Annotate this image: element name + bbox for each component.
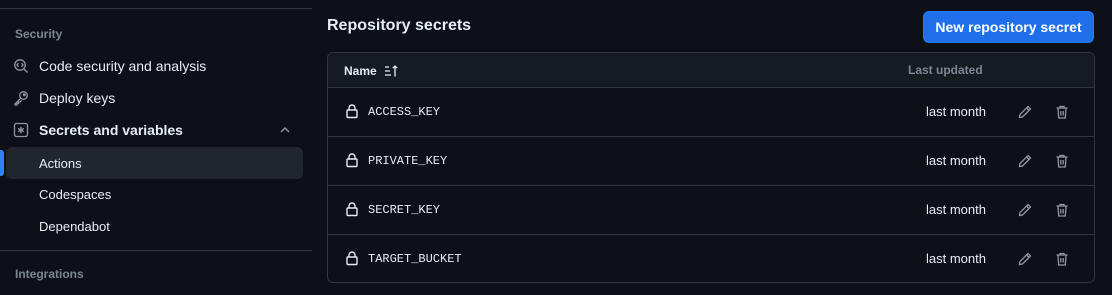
- column-header-name[interactable]: Name: [344, 63, 399, 79]
- edit-secret-button[interactable]: [1013, 248, 1037, 270]
- sidebar-divider: [0, 250, 312, 251]
- sort-ascending-icon[interactable]: [383, 63, 399, 79]
- sidebar-item-secrets-and-variables[interactable]: Secrets and variables: [6, 116, 303, 144]
- pencil-icon: [1018, 105, 1032, 119]
- trash-icon: [1056, 252, 1068, 266]
- column-header-label: Name: [344, 64, 377, 78]
- edit-secret-button[interactable]: [1013, 199, 1037, 221]
- edit-secret-button[interactable]: [1013, 150, 1037, 172]
- secret-name: ACCESS_KEY: [368, 105, 441, 119]
- pencil-icon: [1018, 252, 1032, 266]
- sidebar-item-label: Deploy keys: [39, 90, 116, 106]
- key-icon: [13, 90, 29, 106]
- sidebar-subitem-actions[interactable]: Actions: [6, 147, 303, 179]
- sidebar-subitem-label: Dependabot: [39, 218, 110, 234]
- last-updated-text: last month: [926, 104, 986, 119]
- delete-secret-button[interactable]: [1050, 248, 1074, 270]
- trash-icon: [1056, 105, 1068, 119]
- secret-asterisk-icon: [13, 122, 29, 138]
- lock-icon: [344, 201, 360, 217]
- chevron-up-icon[interactable]: [277, 122, 293, 138]
- table-header: Name Last updated: [328, 53, 1094, 88]
- settings-page: Security Code security and analysis Depl…: [0, 0, 1112, 295]
- table-row: SECRET_KEY last month: [328, 186, 1094, 235]
- table-row: PRIVATE_KEY last month: [328, 137, 1094, 186]
- lock-icon: [344, 152, 360, 168]
- settings-sidebar: Security Code security and analysis Depl…: [0, 0, 312, 295]
- active-indicator: [0, 150, 4, 176]
- last-updated-text: last month: [926, 202, 986, 217]
- codescan-icon: [13, 58, 29, 74]
- sidebar-item-label: Code security and analysis: [39, 58, 207, 74]
- column-header-last-updated: Last updated: [908, 63, 983, 77]
- secrets-table: Name Last updated ACCESS_KEY last month: [327, 52, 1095, 283]
- delete-secret-button[interactable]: [1050, 101, 1074, 123]
- last-updated-text: last month: [926, 251, 986, 266]
- table-row: ACCESS_KEY last month: [328, 88, 1094, 137]
- delete-secret-button[interactable]: [1050, 150, 1074, 172]
- sidebar-subitem-label: Codespaces: [39, 186, 112, 202]
- secret-name: TARGET_BUCKET: [368, 252, 462, 266]
- last-updated-text: last month: [926, 153, 986, 168]
- sidebar-subitem-codespaces[interactable]: Codespaces: [6, 178, 303, 210]
- new-repository-secret-button[interactable]: New repository secret: [923, 11, 1094, 43]
- trash-icon: [1056, 203, 1068, 217]
- sidebar-item-deploy-keys[interactable]: Deploy keys: [6, 84, 303, 112]
- secret-name: PRIVATE_KEY: [368, 154, 448, 168]
- pencil-icon: [1018, 154, 1032, 168]
- edit-secret-button[interactable]: [1013, 101, 1037, 123]
- sidebar-divider: [0, 8, 312, 9]
- table-row: TARGET_BUCKET last month: [328, 235, 1094, 282]
- sidebar-item-label: Secrets and variables: [39, 122, 183, 138]
- sidebar-item-code-security[interactable]: Code security and analysis: [6, 52, 303, 80]
- section-heading-security: Security: [15, 27, 63, 41]
- page-title: Repository secrets: [327, 17, 472, 34]
- lock-icon: [344, 250, 360, 266]
- sidebar-subitem-label: Actions: [39, 155, 82, 171]
- sidebar-subitem-dependabot[interactable]: Dependabot: [6, 210, 303, 242]
- secret-name: SECRET_KEY: [368, 203, 441, 217]
- trash-icon: [1056, 154, 1068, 168]
- delete-secret-button[interactable]: [1050, 199, 1074, 221]
- section-heading-integrations: Integrations: [15, 267, 84, 281]
- lock-icon: [344, 103, 360, 119]
- pencil-icon: [1018, 203, 1032, 217]
